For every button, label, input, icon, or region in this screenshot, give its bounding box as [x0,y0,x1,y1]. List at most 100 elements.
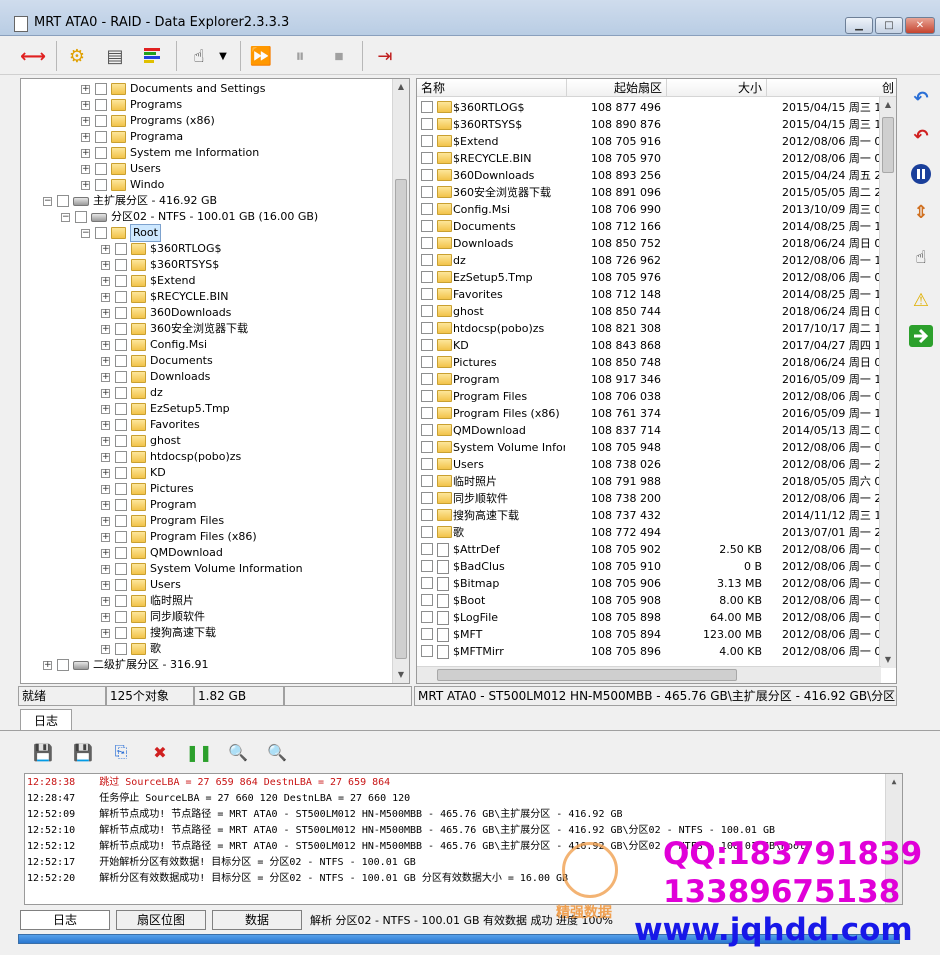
row-checkbox[interactable] [421,441,433,453]
expand-toggle[interactable]: + [101,324,110,334]
tree-checkbox[interactable] [95,147,107,159]
expand-toggle[interactable]: + [101,500,110,510]
tree-checkbox[interactable] [115,563,127,575]
tree-node[interactable]: +360安全浏览器下载 [101,321,248,337]
expand-toggle[interactable]: + [101,292,110,302]
tree-node[interactable]: + Pictures [101,481,194,497]
list-row[interactable]: htdocsp(pobo)zs 108 821 308 2017/10/17 周二 … [417,320,882,337]
row-checkbox[interactable] [421,288,433,300]
expand-toggle[interactable]: + [101,452,110,462]
tree-checkbox[interactable] [115,307,127,319]
tree-node[interactable]: + Program Files [101,513,224,529]
save-green-icon[interactable]: 💾 [70,739,96,765]
close-button[interactable]: ✕ [905,17,935,34]
list-row[interactable]: $AttrDef 108 705 902 2.50 KB 2012/08/06 周一 … [417,541,882,558]
row-checkbox[interactable] [421,390,433,402]
delete-icon[interactable]: ✖ [147,739,173,765]
list-row[interactable]: Downloads 108 850 752 2018/06/24 周日 09 [417,235,882,252]
row-checkbox[interactable] [421,152,433,164]
tree-node[interactable]: + Program Files (x86) [101,529,257,545]
expand-toggle[interactable]: + [101,420,110,430]
column-size[interactable]: 大小 [667,79,767,97]
tree-node[interactable]: + Documents and Settings [81,81,266,97]
tree-node[interactable]: + Program [101,497,196,513]
dropdown-arrow-icon[interactable]: ▼ [215,41,231,71]
expand-toggle[interactable]: + [101,580,110,590]
row-checkbox[interactable] [421,339,433,351]
list-row[interactable]: 临时照片 108 791 988 2018/05/05 周六 08 [417,473,882,490]
list-row[interactable]: Program Files (x86) 108 761 374 2016/05/09… [417,405,882,422]
file-list[interactable]: 名称 起始扇区 大小 创 $360RTLOG$ 108 877 496 2015/0… [416,78,897,684]
tree-node[interactable]: + QMDownload [101,545,223,561]
list-row[interactable]: KD 108 843 868 2017/04/27 周四 11 [417,337,882,354]
folder-tree[interactable]: + Documents and Settings + Programs + Program… [20,78,410,684]
row-checkbox[interactable] [421,526,433,538]
tree-node[interactable]: + 搜狗高速下载 [101,625,216,641]
exit-icon[interactable]: ⇥ [370,41,400,71]
tree-checkbox[interactable] [57,659,69,671]
tree-checkbox[interactable] [115,499,127,511]
expand-toggle[interactable]: + [101,436,110,446]
tree-node[interactable]: + KD [101,465,166,481]
expand-toggle[interactable]: − [61,212,70,222]
tree-checkbox[interactable] [75,211,87,223]
undo-red-icon[interactable]: ↶ [907,122,935,150]
expand-toggle[interactable]: + [101,548,110,558]
tree-checkbox[interactable] [115,275,127,287]
list-row[interactable]: 360安全浏览器下载 108 891 096 2015/05/05 周二 21 [417,184,882,201]
tree-node[interactable]: + 临时照片 [101,593,194,609]
tree-checkbox[interactable] [115,291,127,303]
tree-node[interactable]: − 主扩展分区 - 416.92 GB [43,193,217,209]
tree-node[interactable]: + Config.Msi [101,337,207,353]
row-checkbox[interactable] [421,645,433,657]
pause-icon[interactable]: ⏸ [285,41,315,71]
tree-checkbox[interactable] [115,323,127,335]
tree-node[interactable]: + $RECYCLE.BIN [101,289,228,305]
maximize-button[interactable]: □ [875,17,903,34]
row-checkbox[interactable] [421,543,433,555]
tree-node[interactable]: + Users [101,577,181,593]
tree-node[interactable]: + Windo [81,177,164,193]
row-checkbox[interactable] [421,356,433,368]
tree-node[interactable]: + 同步顺软件 [101,609,205,625]
tree-checkbox[interactable] [115,355,127,367]
row-checkbox[interactable] [421,407,433,419]
tree-vertical-scrollbar[interactable]: ▲ ▼ [392,79,409,683]
expand-toggle[interactable]: + [101,356,110,366]
row-checkbox[interactable] [421,424,433,436]
row-checkbox[interactable] [421,628,433,640]
list-row[interactable]: $LogFile 108 705 898 64.00 MB 2012/08/06 周一… [417,609,882,626]
tree-node[interactable]: + System Volume Information [101,561,303,577]
tree-checkbox[interactable] [95,83,107,95]
row-checkbox[interactable] [421,186,433,198]
arrow-right-icon[interactable] [907,322,935,350]
list-row[interactable]: Pictures 108 850 748 2018/06/24 周日 09 [417,354,882,371]
list-row[interactable]: $RECYCLE.BIN 108 705 970 2012/08/06 周一 09 [417,150,882,167]
bottom-tab-sector-map[interactable]: 扇区位图 [116,910,206,930]
color-bars-icon[interactable] [137,41,167,71]
expand-toggle[interactable]: + [101,628,110,638]
list-row[interactable]: $360RTLOG$ 108 877 496 2015/04/15 周三 13 [417,99,882,116]
expand-toggle[interactable]: + [101,308,110,318]
expand-toggle[interactable]: + [81,164,90,174]
pointer-icon[interactable]: ☝ [907,243,935,271]
expand-toggle[interactable]: + [101,404,110,414]
list-row[interactable]: $360RTSYS$ 108 890 876 2015/04/15 周三 13 [417,116,882,133]
expand-toggle[interactable]: + [101,372,110,382]
search-next-icon[interactable]: 🔍 [264,739,290,765]
tree-node[interactable]: + Users [81,161,161,177]
expand-toggle[interactable]: + [101,276,110,286]
row-checkbox[interactable] [421,577,433,589]
list-row[interactable]: 搜狗高速下载 108 737 432 2014/11/12 周三 17 [417,507,882,524]
expand-toggle[interactable]: + [101,564,110,574]
row-checkbox[interactable] [421,458,433,470]
tree-node[interactable]: + EzSetup5.Tmp [101,401,230,417]
list-row[interactable]: System Volume Infor... 108 705 948 2012/08… [417,439,882,456]
tree-node[interactable]: − 分区02 - NTFS - 100.01 GB (16.00 GB) [61,209,318,225]
list-row[interactable]: EzSetup5.Tmp 108 705 976 2012/08/06 周一 09 [417,269,882,286]
tree-node[interactable]: +360Downloads [101,305,231,321]
list-row[interactable]: Config.Msi 108 706 990 2013/10/09 周三 08 [417,201,882,218]
row-checkbox[interactable] [421,203,433,215]
copy-icon[interactable]: ⎘ [108,739,134,765]
pause-circle-icon[interactable] [907,160,935,188]
